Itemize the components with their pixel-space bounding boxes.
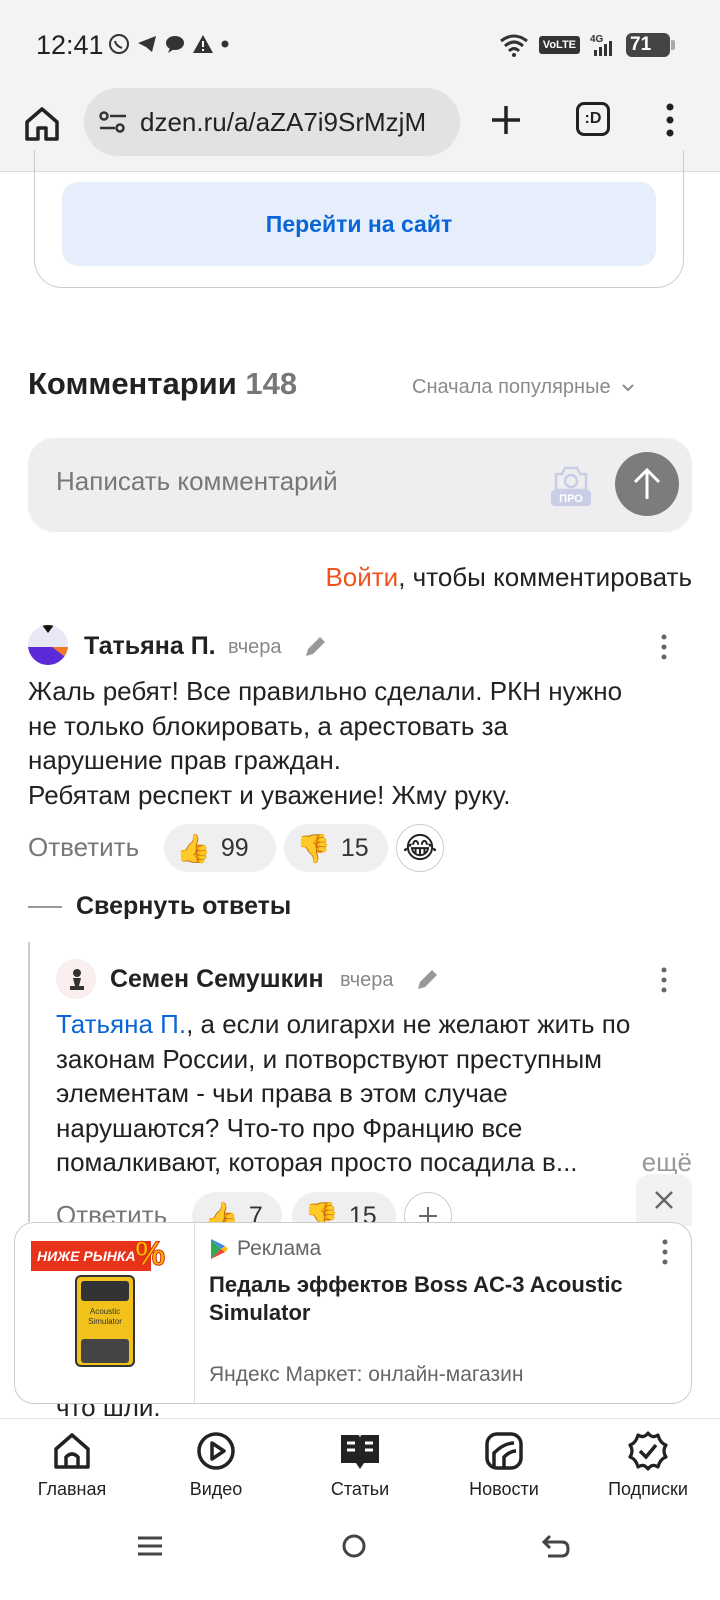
pedal-label: Acoustic Simulator	[88, 1307, 122, 1326]
collapse-replies-button[interactable]: Свернуть ответы	[28, 892, 291, 921]
sort-label: Сначала популярные	[412, 376, 611, 398]
ad-title[interactable]: Педаль эффектов Boss AC-3 Acoustic Simul…	[209, 1271, 649, 1327]
ad-tag: Реклама	[209, 1237, 321, 1261]
send-button[interactable]	[615, 452, 679, 516]
ad-tag-label: Реклама	[237, 1237, 322, 1260]
url-text: dzen.ru/a/aZA7i9SrMzjM	[140, 106, 427, 137]
like-count: 99	[220, 833, 249, 862]
volte-badge: VoLTE	[538, 36, 580, 54]
login-link[interactable]: Войти	[325, 562, 398, 592]
home-icon	[54, 1433, 90, 1469]
edited-pencil-icon	[418, 970, 437, 989]
articles-icon	[341, 1435, 379, 1469]
comment-menu-icon[interactable]	[660, 967, 668, 993]
nav-label: Главная	[37, 1479, 107, 1499]
avatar[interactable]	[56, 959, 96, 999]
system-navigation	[0, 1506, 720, 1600]
tabs-label: :D	[584, 110, 602, 127]
avatar[interactable]	[28, 625, 68, 665]
close-icon	[655, 1191, 673, 1209]
tabs-button[interactable]: :D	[576, 102, 610, 136]
reply-button[interactable]: Ответить	[28, 832, 139, 863]
status-time: 12:41	[36, 30, 104, 60]
comment-text: Жаль ребят! Все правильно сделали. РКН н…	[28, 676, 623, 810]
dislike-count: 15	[340, 833, 369, 862]
play-store-icon	[211, 1239, 228, 1259]
comments-count: 148	[245, 366, 298, 401]
comment-input-box: ПРО	[28, 438, 692, 532]
subscriptions-icon	[628, 1431, 668, 1471]
thumbs-up-icon: 👍	[176, 832, 211, 864]
laughing-emoji-icon: 😂	[402, 831, 438, 865]
nav-label: Статьи	[330, 1479, 390, 1499]
recent-apps-icon[interactable]	[130, 1526, 170, 1566]
ad-discount-badge: НИЖЕ РЫНКА	[31, 1241, 151, 1271]
warning-icon	[193, 35, 213, 53]
collapse-dash	[28, 905, 62, 908]
notification-icons	[108, 33, 230, 55]
chat-icon	[166, 36, 184, 53]
login-prompt: Войти, чтобы комментировать	[325, 562, 692, 593]
ad-close-button[interactable]	[636, 1174, 692, 1226]
ad-image[interactable]: НИЖЕ РЫНКА % Acoustic Simulator	[15, 1223, 195, 1403]
whatsapp-icon	[109, 34, 129, 54]
signal-icon: 4G	[590, 34, 612, 56]
comment-author[interactable]: Семен Семушкин	[110, 965, 324, 994]
svg-text:4G: 4G	[590, 34, 604, 45]
back-icon[interactable]	[536, 1526, 576, 1566]
like-button[interactable]: 👍 99	[164, 824, 276, 872]
comments-title: Комментарии 148	[28, 366, 297, 402]
news-icon	[485, 1432, 523, 1470]
site-settings-icon[interactable]	[98, 109, 128, 135]
login-suffix: , чтобы комментировать	[398, 562, 692, 592]
nav-label: Подписки	[608, 1479, 688, 1499]
thread-line	[28, 942, 30, 1222]
nav-subscriptions[interactable]: Подписки	[576, 1419, 720, 1506]
comment-author[interactable]: Татьяна П.	[84, 632, 216, 661]
pedal-image: Acoustic Simulator	[75, 1275, 135, 1367]
video-play-icon	[197, 1432, 235, 1470]
home-circle-icon[interactable]	[334, 1526, 374, 1566]
home-icon[interactable]	[22, 104, 62, 144]
nav-home[interactable]: Главная	[0, 1419, 144, 1506]
comment-time: вчера	[228, 636, 282, 658]
comment-input[interactable]	[56, 466, 516, 497]
nav-articles[interactable]: Статьи	[288, 1419, 432, 1506]
new-tab-icon[interactable]	[486, 100, 526, 140]
telegram-icon	[138, 36, 156, 52]
thumbs-down-icon: 👎	[296, 832, 331, 864]
chevron-down-icon	[621, 383, 634, 391]
dot-icon	[221, 40, 229, 48]
battery-indicator: 71	[626, 33, 675, 57]
ad-menu-icon[interactable]	[661, 1239, 669, 1265]
go-to-site-button[interactable]: Перейти на сайт	[62, 182, 656, 266]
ad-shop-name: Яндекс Маркет: онлайн-магазин	[209, 1363, 524, 1386]
comment-time: вчера	[340, 969, 394, 991]
bottom-navigation: Главная Видео Статьи Новости Подписки	[0, 1418, 720, 1506]
dislike-button[interactable]: 👎 15	[284, 824, 388, 872]
nav-news[interactable]: Новости	[432, 1419, 576, 1506]
nav-label: Видео	[189, 1479, 243, 1499]
camera-icon[interactable]: ПРО	[548, 460, 594, 508]
comment-text: Татьяна П., а если олигархи не желают жи…	[56, 1007, 692, 1180]
sort-dropdown[interactable]: Сначала популярные	[412, 376, 635, 399]
comments-title-text: Комментарии	[28, 366, 237, 401]
laugh-reaction-button[interactable]: 😂	[396, 824, 444, 872]
wifi-icon	[499, 34, 528, 57]
collapse-label: Свернуть ответы	[76, 892, 292, 920]
status-right: VoLTE 4G 71	[499, 32, 675, 58]
comment-menu-icon[interactable]	[660, 634, 668, 660]
ad-banner[interactable]: НИЖЕ РЫНКА % Acoustic Simulator Реклама …	[14, 1222, 692, 1404]
status-bar: 12:41 VoLTE 4G 71	[0, 0, 720, 88]
mention-link[interactable]: Татьяна П.	[56, 1009, 186, 1039]
address-bar[interactable]: dzen.ru/a/aZA7i9SrMzjM	[84, 88, 460, 156]
arrow-up-icon	[633, 467, 661, 499]
edited-pencil-icon	[306, 637, 325, 656]
ad-percent-sign: %	[134, 1235, 166, 1274]
camera-badge: ПРО	[559, 493, 583, 505]
nav-video[interactable]: Видео	[144, 1419, 288, 1506]
browser-menu-icon[interactable]	[664, 102, 676, 138]
nav-label: Новости	[469, 1479, 539, 1499]
